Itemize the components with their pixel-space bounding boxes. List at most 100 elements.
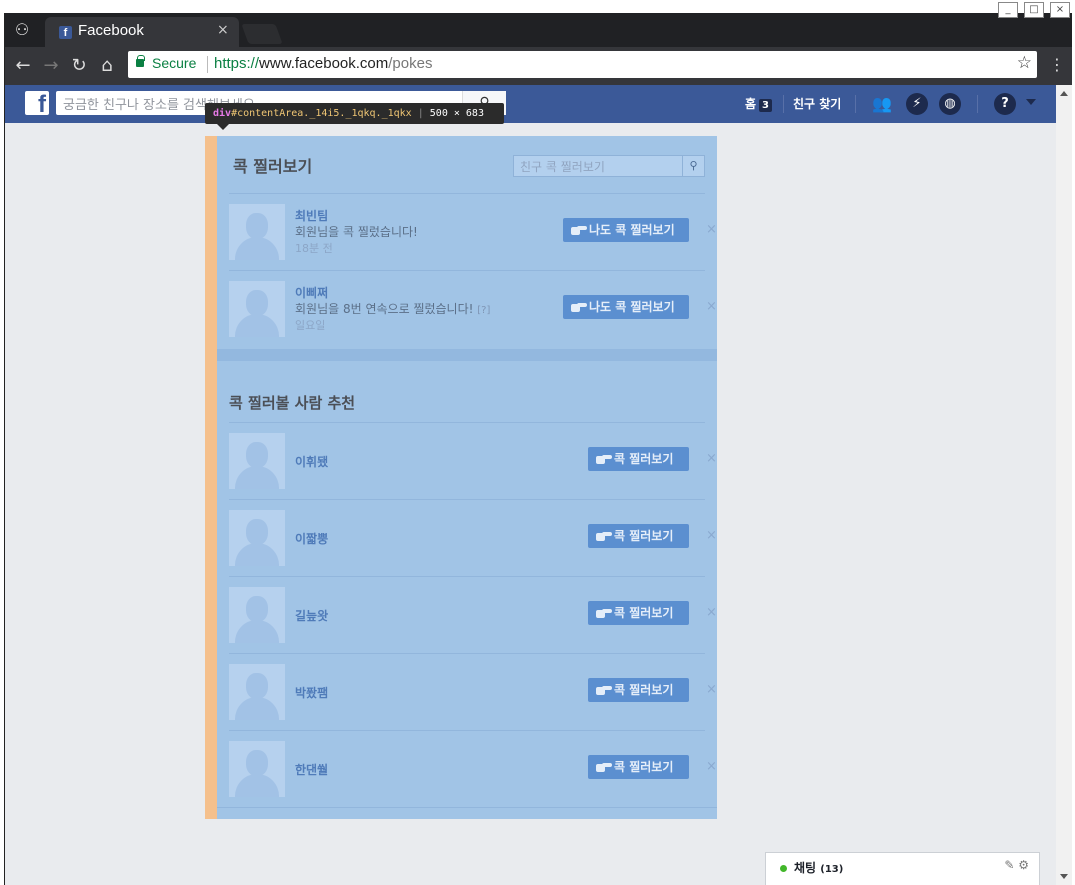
poke-button[interactable]: 콕 찔러보기	[588, 755, 689, 779]
facebook-logo-icon[interactable]: f	[25, 91, 49, 115]
suggestion-name[interactable]: 박퐜팸	[295, 684, 328, 701]
dismiss-icon[interactable]: ×	[706, 605, 717, 620]
find-friends-link[interactable]: 친구 찾기	[793, 95, 841, 112]
facebook-header: f 궁금한 친구나 장소를 검색해보세요 ⚲ 홈3 친구 찾기 👥 ⚡ ◍ ?	[5, 85, 1056, 123]
poke-hand-icon	[571, 301, 587, 312]
nav-divider	[977, 95, 978, 113]
avatar[interactable]	[229, 741, 285, 797]
messenger-icon[interactable]: ⚡	[906, 93, 928, 115]
poke-search-input[interactable]: 친구 콕 찔러보기 ⚲	[513, 155, 705, 177]
poke-hand-icon	[571, 224, 587, 235]
dismiss-icon[interactable]: ×	[706, 682, 717, 697]
suggestion-name[interactable]: 이짧뿡	[295, 530, 328, 547]
suggestion-name[interactable]: 한댄쒈	[295, 761, 328, 778]
poke-hand-icon	[596, 761, 612, 772]
padding-highlight	[205, 136, 217, 819]
home-label: 홈	[745, 97, 757, 111]
browser-menu-icon[interactable]: ⋮	[1049, 55, 1065, 74]
browser-toolbar: ← → ↻ ⌂ Secure https://www.facebook.com/…	[5, 47, 1072, 85]
poke-button[interactable]: 콕 찔러보기	[588, 447, 689, 471]
section-divider	[217, 349, 717, 361]
dismiss-icon[interactable]: ×	[706, 299, 717, 314]
help-link[interactable]: [?]	[477, 305, 490, 316]
friend-requests-icon[interactable]: 👥	[871, 93, 893, 115]
poke-back-button[interactable]: 나도 콕 찔러보기	[563, 218, 689, 242]
chat-label: 채팅 (13)	[794, 861, 844, 875]
search-icon[interactable]: ⚲	[682, 156, 704, 176]
maximize-icon[interactable]: □	[1024, 2, 1044, 18]
suggestion-name[interactable]: 길늪왓	[295, 607, 328, 624]
dismiss-icon[interactable]: ×	[706, 222, 717, 237]
online-status-dot	[780, 865, 787, 872]
home-icon[interactable]: ⌂	[95, 54, 119, 78]
suggestion-row: 이휘됐 콕 찔러보기 ×	[229, 422, 717, 499]
poke-button[interactable]: 콕 찔러보기	[588, 524, 689, 548]
avatar-silhouette-icon	[246, 750, 268, 776]
poke-button[interactable]: 콕 찔러보기	[588, 678, 689, 702]
address-bar[interactable]: Secure https://www.facebook.com/pokes ☆	[128, 51, 1037, 78]
suggestions-title: 콕 찔러볼 사람 추천	[229, 394, 356, 412]
avatar-silhouette-icon	[246, 519, 268, 545]
forward-arrow-icon[interactable]: →	[39, 54, 63, 78]
back-arrow-icon[interactable]: ←	[11, 54, 35, 78]
lock-icon	[136, 55, 145, 67]
chat-settings-gear-icon[interactable]: ⚙	[1018, 858, 1029, 872]
minimize-icon[interactable]: _	[998, 2, 1018, 18]
avatar-silhouette-icon	[246, 213, 268, 239]
account-menu-caret-icon[interactable]	[1026, 99, 1036, 105]
tab-facebook[interactable]: f Facebook ×	[45, 17, 239, 47]
suggestion-row: 이짧뿡 콕 찔러보기 ×	[229, 499, 717, 576]
poke-button[interactable]: 콕 찔러보기	[588, 601, 689, 625]
inspector-tooltip: div#contentArea._14i5._1qkq._1qkx | 500 …	[205, 103, 504, 130]
dismiss-icon[interactable]: ×	[706, 451, 717, 466]
page-scrollbar[interactable]	[1056, 85, 1072, 885]
browser-window: ⚇ f Facebook × _ □ × ← → ↻ ⌂ Secure http…	[4, 2, 1072, 885]
tab-close-icon[interactable]: ×	[217, 22, 229, 38]
url-path: /pokes	[388, 55, 433, 72]
poke-time: 18분 전	[295, 242, 333, 255]
security-label: Secure	[152, 55, 197, 71]
bookmark-star-icon[interactable]: ☆	[1017, 53, 1032, 73]
avatar[interactable]	[229, 281, 285, 337]
avatar[interactable]	[229, 587, 285, 643]
avatar[interactable]	[229, 204, 285, 260]
home-badge: 3	[759, 99, 773, 112]
poke-row: 이삐쩌 회원님을 8번 연속으로 찔렀습니다! [?] 일요일 나도 콕 찔러보…	[229, 270, 717, 347]
poker-name[interactable]: 이삐쩌	[295, 284, 328, 301]
suggestion-row: 길늪왓 콕 찔러보기 ×	[229, 576, 717, 653]
scroll-up-arrow-icon[interactable]	[1060, 91, 1068, 96]
suggestion-row: 박퐜팸 콕 찔러보기 ×	[229, 653, 717, 730]
help-icon[interactable]: ?	[994, 93, 1016, 115]
url-scheme: https://	[214, 55, 260, 72]
suggestion-name[interactable]: 이휘됐	[295, 453, 328, 470]
scroll-down-arrow-icon[interactable]	[1060, 874, 1068, 879]
dismiss-icon[interactable]: ×	[706, 759, 717, 774]
chat-bar[interactable]: 채팅 (13) ✎ ⚙	[765, 852, 1040, 885]
content-bottom-border	[217, 807, 717, 808]
poke-back-button[interactable]: 나도 콕 찔러보기	[563, 295, 689, 319]
poke-hand-icon	[596, 530, 612, 541]
avatar-silhouette-icon	[246, 596, 268, 622]
incognito-icon: ⚇	[14, 20, 30, 39]
home-link[interactable]: 홈3	[745, 95, 773, 112]
dismiss-icon[interactable]: ×	[706, 528, 717, 543]
avatar[interactable]	[229, 433, 285, 489]
avatar[interactable]	[229, 510, 285, 566]
url-text: https://www.facebook.com/pokes	[214, 55, 432, 72]
inspector-dimensions: 500 × 683	[429, 108, 484, 119]
poke-hand-icon	[596, 453, 612, 464]
avatar[interactable]	[229, 664, 285, 720]
suggestion-row: 한댄쒈 콕 찔러보기 ×	[229, 730, 717, 807]
notifications-globe-icon[interactable]: ◍	[939, 93, 961, 115]
poker-name[interactable]: 최빈팀	[295, 207, 328, 224]
avatar-silhouette-icon	[246, 673, 268, 699]
new-tab-button[interactable]	[241, 24, 283, 44]
chat-tools: ✎ ⚙	[1004, 858, 1029, 872]
poke-row: 최빈팀 회원님을 콕 찔렀습니다! 18분 전 나도 콕 찔러보기 ×	[229, 193, 717, 270]
reload-icon[interactable]: ↻	[67, 54, 91, 78]
close-window-icon[interactable]: ×	[1050, 2, 1070, 18]
new-message-icon[interactable]: ✎	[1004, 858, 1014, 872]
nav-divider	[855, 95, 856, 113]
url-host: www.facebook.com	[259, 55, 389, 72]
chat-count: (13)	[820, 864, 844, 875]
